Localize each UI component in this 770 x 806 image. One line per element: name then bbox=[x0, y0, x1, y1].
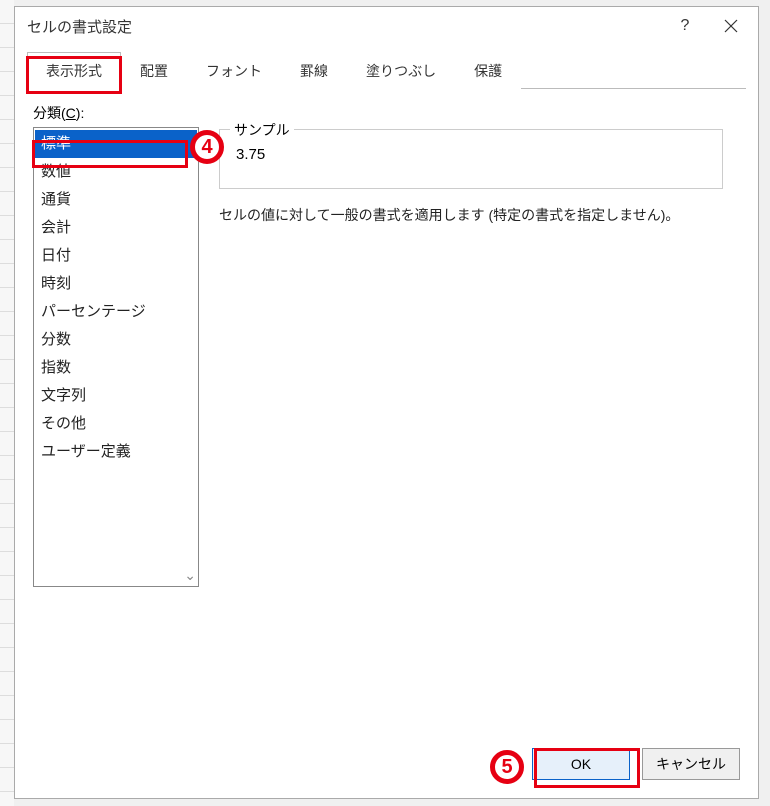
button-label: キャンセル bbox=[656, 754, 726, 774]
tab-label: 塗りつぶし bbox=[366, 63, 436, 79]
list-item[interactable]: 標準 bbox=[35, 130, 197, 158]
list-item[interactable]: 日付 bbox=[35, 242, 197, 270]
chevron-down-icon: ⌄ bbox=[184, 567, 196, 584]
dialog-content: 表示形式 配置 フォント 罫線 塗りつぶし 保護 分類(C): 標準 数値 通貨… bbox=[15, 45, 758, 735]
list-item[interactable]: 文字列 bbox=[35, 382, 197, 410]
sample-box: サンプル 3.75 bbox=[219, 129, 723, 189]
titlebar: セルの書式設定 ? bbox=[15, 7, 758, 45]
category-label: 分類(C): bbox=[33, 103, 740, 123]
format-description: セルの値に対して一般の書式を適用します (特定の書式を指定しません)。 bbox=[219, 205, 740, 225]
tab-panel-number-format: 分類(C): 標準 数値 通貨 会計 日付 時刻 パーセンテージ 分数 指数 文… bbox=[27, 89, 746, 711]
list-item[interactable]: 数値 bbox=[35, 158, 197, 186]
tab-number-format[interactable]: 表示形式 bbox=[27, 52, 121, 89]
list-item[interactable]: 指数 bbox=[35, 354, 197, 382]
sample-value: 3.75 bbox=[220, 130, 722, 163]
dialog-buttons: OK キャンセル bbox=[15, 735, 758, 798]
tab-label: 配置 bbox=[140, 63, 168, 79]
sample-label: サンプル bbox=[230, 120, 294, 140]
tab-label: 保護 bbox=[474, 63, 502, 79]
tab-label: 表示形式 bbox=[46, 63, 102, 79]
tab-protection[interactable]: 保護 bbox=[455, 52, 521, 89]
tabstrip: 表示形式 配置 フォント 罫線 塗りつぶし 保護 bbox=[27, 51, 746, 89]
list-item[interactable]: 時刻 bbox=[35, 270, 197, 298]
cancel-button[interactable]: キャンセル bbox=[642, 748, 740, 780]
help-button[interactable]: ? bbox=[662, 10, 708, 42]
list-item[interactable]: ユーザー定義 bbox=[35, 438, 197, 466]
close-icon bbox=[724, 19, 738, 33]
tab-border[interactable]: 罫線 bbox=[281, 52, 347, 89]
list-item[interactable]: パーセンテージ bbox=[35, 298, 197, 326]
list-item[interactable]: 通貨 bbox=[35, 186, 197, 214]
sample-area: サンプル 3.75 セルの値に対して一般の書式を適用します (特定の書式を指定し… bbox=[219, 127, 740, 587]
background-spreadsheet-strip bbox=[0, 0, 14, 806]
ok-button[interactable]: OK bbox=[532, 748, 630, 780]
close-button[interactable] bbox=[708, 10, 754, 42]
tab-label: 罫線 bbox=[300, 63, 328, 79]
tab-alignment[interactable]: 配置 bbox=[121, 52, 187, 89]
tab-fill[interactable]: 塗りつぶし bbox=[347, 52, 455, 89]
format-cells-dialog: セルの書式設定 ? 表示形式 配置 フォント 罫線 塗りつぶし 保護 分類(C)… bbox=[14, 6, 759, 799]
list-item[interactable]: 会計 bbox=[35, 214, 197, 242]
tab-label: フォント bbox=[206, 63, 262, 79]
button-label: OK bbox=[571, 756, 591, 772]
list-item[interactable]: その他 bbox=[35, 410, 197, 438]
tab-font[interactable]: フォント bbox=[187, 52, 281, 89]
dialog-title: セルの書式設定 bbox=[27, 16, 662, 37]
list-item[interactable]: 分数 bbox=[35, 326, 197, 354]
category-listbox[interactable]: 標準 数値 通貨 会計 日付 時刻 パーセンテージ 分数 指数 文字列 その他 … bbox=[33, 127, 199, 587]
